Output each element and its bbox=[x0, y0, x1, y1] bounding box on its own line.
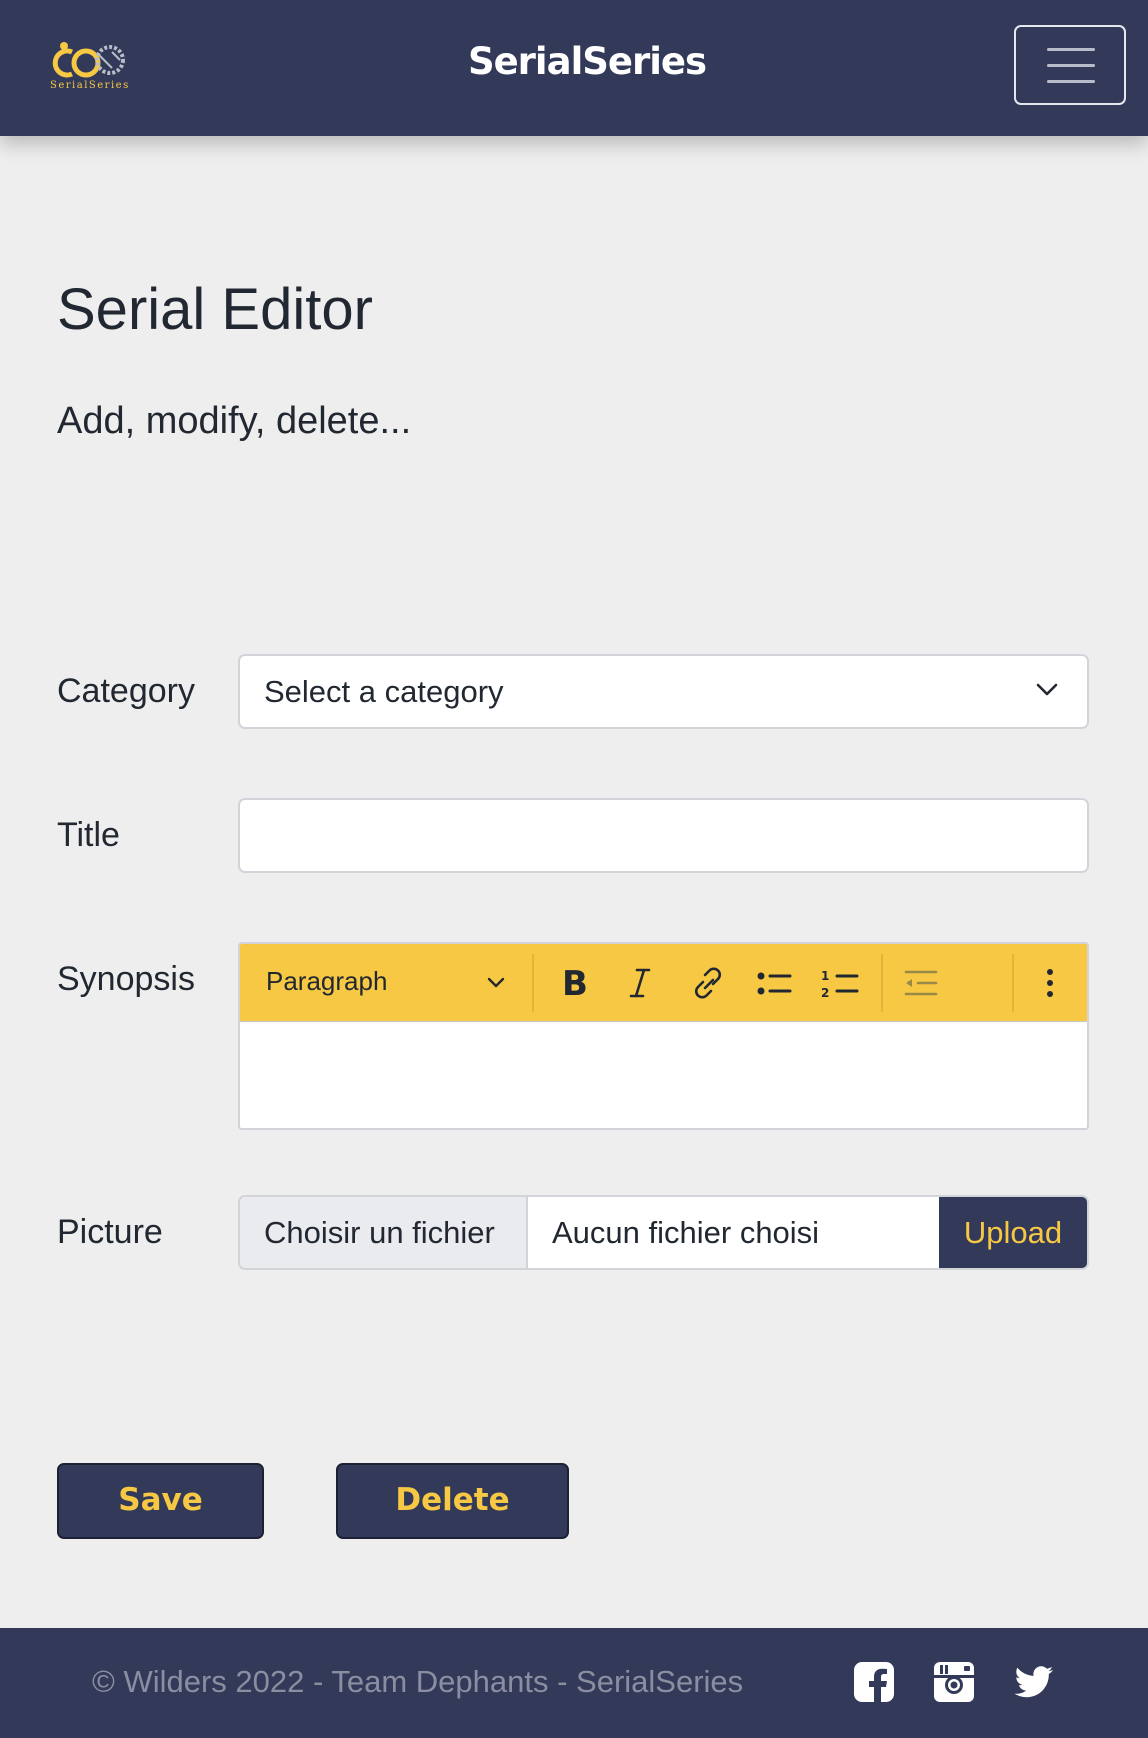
italic-icon[interactable] bbox=[615, 958, 665, 1008]
title-input[interactable] bbox=[238, 798, 1089, 873]
synopsis-label: Synopsis bbox=[57, 960, 195, 998]
hamburger-icon-bar bbox=[1047, 64, 1095, 67]
menu-toggle-button[interactable] bbox=[1014, 25, 1126, 105]
outdent-icon bbox=[896, 958, 946, 1008]
synopsis-editor: Paragraph B 1 2 bbox=[238, 942, 1089, 1130]
file-status-text: Aucun fichier choisi bbox=[552, 1215, 820, 1250]
editor-toolbar: Paragraph B 1 2 bbox=[240, 944, 1087, 1022]
title-label: Title bbox=[57, 816, 120, 854]
upload-button[interactable]: Upload bbox=[939, 1197, 1087, 1268]
facebook-icon[interactable] bbox=[852, 1660, 896, 1704]
page-subtitle: Add, modify, delete... bbox=[57, 400, 412, 442]
category-label: Category bbox=[57, 672, 195, 710]
copyright-text: © Wilders 2022 - Team Dephants - SerialS… bbox=[92, 1664, 744, 1699]
brand-title[interactable]: SerialSeries bbox=[0, 40, 1148, 83]
link-icon[interactable] bbox=[683, 958, 733, 1008]
toolbar-separator bbox=[532, 954, 534, 1012]
svg-text:B: B bbox=[562, 964, 588, 1004]
navbar: SerialSeries SerialSeries bbox=[0, 0, 1148, 136]
numbered-list-icon[interactable]: 1 2 bbox=[817, 958, 867, 1008]
instagram-icon[interactable] bbox=[932, 1660, 976, 1704]
svg-text:1: 1 bbox=[821, 969, 829, 983]
heading-dropdown[interactable]: Paragraph bbox=[266, 966, 387, 997]
footer: © Wilders 2022 - Team Dephants - SerialS… bbox=[0, 1628, 1148, 1738]
hamburger-icon bbox=[1047, 48, 1095, 51]
synopsis-editable-area[interactable] bbox=[240, 1023, 1087, 1128]
chevron-down-icon[interactable] bbox=[486, 976, 506, 989]
svg-text:2: 2 bbox=[821, 986, 829, 1000]
more-icon[interactable] bbox=[1025, 958, 1075, 1008]
toolbar-separator bbox=[1012, 954, 1014, 1012]
chevron-down-icon bbox=[1036, 683, 1058, 696]
bulleted-list-icon[interactable] bbox=[750, 958, 800, 1008]
delete-button[interactable]: Delete bbox=[336, 1463, 569, 1539]
twitter-icon[interactable] bbox=[1012, 1660, 1056, 1704]
picture-label: Picture bbox=[57, 1213, 163, 1251]
category-select[interactable]: Select a category bbox=[238, 654, 1089, 729]
picture-file-input: Choisir un fichier Aucun fichier choisi … bbox=[238, 1195, 1089, 1270]
bold-icon[interactable]: B bbox=[548, 958, 598, 1008]
choose-file-button[interactable]: Choisir un fichier bbox=[240, 1197, 528, 1268]
save-button[interactable]: Save bbox=[57, 1463, 264, 1539]
page-title: Serial Editor bbox=[57, 277, 373, 342]
toolbar-separator bbox=[881, 954, 883, 1012]
hamburger-icon-bar bbox=[1047, 80, 1095, 83]
category-select-value: Select a category bbox=[264, 674, 504, 709]
